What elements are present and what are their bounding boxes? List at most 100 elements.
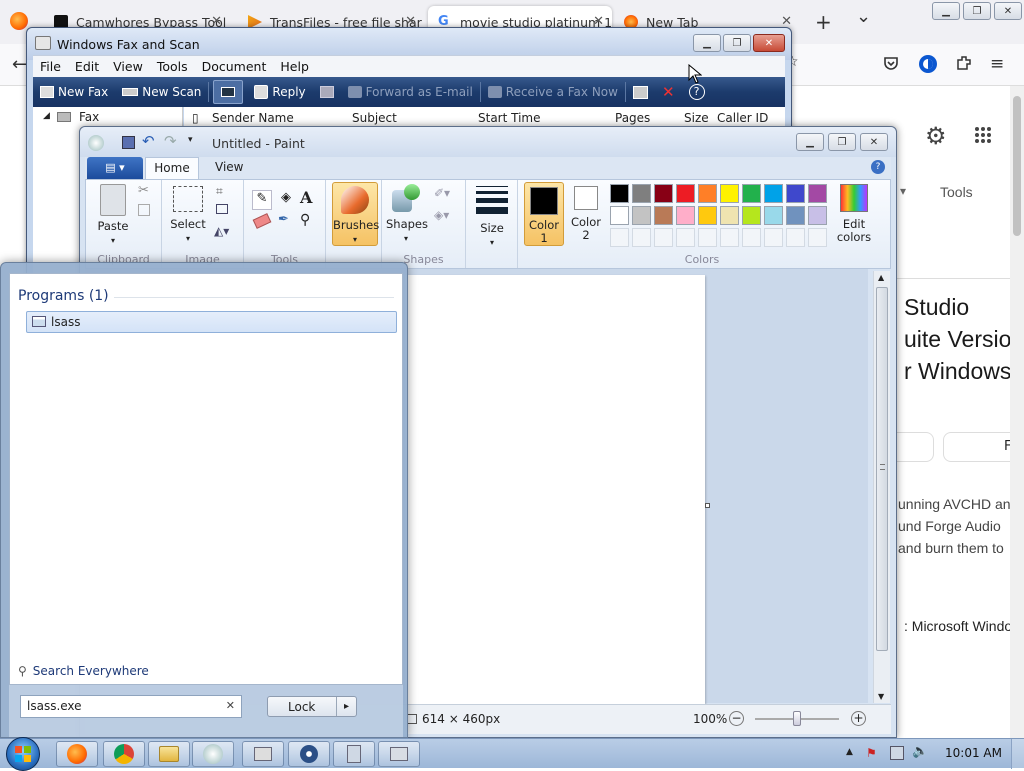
palette-swatch[interactable]: [808, 228, 827, 247]
settings-gear-icon[interactable]: ⚙: [925, 122, 947, 150]
paint-help-icon[interactable]: ?: [871, 160, 885, 174]
forward-as-email-button[interactable]: Forward as E-mail: [341, 80, 480, 104]
palette-swatch[interactable]: [764, 228, 783, 247]
palette-swatch[interactable]: [720, 184, 739, 203]
tools-link[interactable]: Tools: [940, 184, 973, 200]
shapes-button[interactable]: Shapes ▾: [386, 184, 428, 245]
minimize-button[interactable]: ▁: [932, 2, 960, 20]
column-size[interactable]: Size: [684, 111, 709, 125]
result-heading-line-2[interactable]: uite Version: [904, 326, 1024, 353]
palette-swatch[interactable]: [786, 184, 805, 203]
scroll-thumb[interactable]: [876, 287, 888, 651]
menu-file[interactable]: File: [33, 59, 68, 74]
chevron-down-icon[interactable]: ▾: [900, 184, 906, 198]
tab-home[interactable]: Home: [145, 157, 199, 180]
column-sender-name[interactable]: Sender Name: [212, 111, 294, 125]
rotate-icon[interactable]: ◭▾: [214, 224, 229, 238]
taskbar-media[interactable]: [288, 741, 330, 767]
palette-swatch[interactable]: [764, 184, 783, 203]
eraser-icon[interactable]: [252, 213, 272, 229]
palette-swatch[interactable]: [654, 228, 673, 247]
cut-icon[interactable]: ✂: [138, 183, 149, 198]
column-subject[interactable]: Subject: [352, 111, 397, 125]
palette-swatch[interactable]: [720, 228, 739, 247]
customize-toolbar-icon[interactable]: ▾: [188, 135, 193, 145]
clear-search-icon[interactable]: ✕: [226, 699, 235, 712]
new-scan-button[interactable]: New Scan: [115, 80, 208, 104]
hamburger-menu-icon[interactable]: ≡: [990, 54, 1012, 76]
color-picker-icon[interactable]: ✒: [278, 212, 289, 227]
palette-swatch[interactable]: [698, 184, 717, 203]
close-button[interactable]: ✕: [860, 133, 888, 151]
palette-swatch[interactable]: [786, 228, 805, 247]
show-desktop-button[interactable]: [1011, 739, 1024, 769]
paint-title-bar[interactable]: ↶ ↷ ▾ Untitled - Paint ▁ ❐ ✕: [80, 127, 896, 157]
column-start-time[interactable]: Start Time: [478, 111, 541, 125]
palette-swatch[interactable]: [742, 184, 761, 203]
palette-swatch[interactable]: [698, 228, 717, 247]
taskbar-explorer[interactable]: [148, 741, 190, 767]
scroll-thumb[interactable]: [1013, 96, 1021, 236]
resize-icon[interactable]: [216, 204, 228, 214]
palette-swatch[interactable]: [654, 184, 673, 203]
pocket-icon[interactable]: [882, 54, 904, 76]
text-tool-icon[interactable]: A: [300, 188, 312, 207]
new-tab-button[interactable]: +: [815, 10, 832, 34]
drawing-canvas[interactable]: [405, 275, 705, 705]
palette-swatch[interactable]: [742, 228, 761, 247]
action-center-flag-icon[interactable]: ⚑: [866, 746, 880, 760]
canvas-resize-handle[interactable]: [705, 503, 710, 508]
expand-triangle-icon[interactable]: ◢: [43, 111, 50, 121]
palette-swatch[interactable]: [764, 206, 783, 225]
apps-grid-icon[interactable]: [974, 126, 992, 144]
scroll-down-arrow-icon[interactable]: ▼: [878, 692, 884, 701]
clock[interactable]: 10:01 AM: [945, 746, 1002, 760]
taskbar-firefox[interactable]: [56, 741, 98, 767]
menu-view[interactable]: View: [106, 59, 150, 74]
paint-vertical-scrollbar[interactable]: ▲ ▼: [873, 271, 890, 703]
receive-fax-button[interactable]: Receive a Fax Now: [481, 80, 625, 104]
palette-swatch[interactable]: [698, 206, 717, 225]
menu-tools[interactable]: Tools: [150, 59, 195, 74]
print-fax-button[interactable]: [313, 80, 341, 104]
palette-swatch[interactable]: [808, 206, 827, 225]
minimize-button[interactable]: ▁: [796, 133, 824, 151]
extensions-icon[interactable]: [955, 54, 977, 76]
taskbar-chrome[interactable]: [103, 741, 145, 767]
crop-icon[interactable]: ⌗: [216, 184, 223, 199]
zoom-slider-thumb[interactable]: [793, 711, 801, 726]
scroll-up-arrow-icon[interactable]: ▲: [878, 273, 884, 282]
save-icon[interactable]: [122, 136, 135, 149]
brushes-button[interactable]: Brushes ▾: [332, 182, 379, 246]
lock-options-arrow[interactable]: ▸: [336, 697, 356, 716]
zoom-in-icon[interactable]: +: [851, 711, 866, 726]
copy-icon[interactable]: [138, 204, 150, 216]
edit-colors-button[interactable]: Edit colors: [832, 184, 876, 244]
menu-edit[interactable]: Edit: [68, 59, 106, 74]
taskbar-paint[interactable]: [192, 741, 234, 767]
menu-document[interactable]: Document: [195, 59, 274, 74]
start-search-input[interactable]: lsass.exe ✕: [20, 695, 242, 718]
print-button[interactable]: [626, 80, 655, 104]
zoom-out-icon[interactable]: −: [729, 711, 744, 726]
paint-app-menu-button[interactable]: ▤ ▾: [87, 157, 143, 179]
palette-swatch[interactable]: [742, 206, 761, 225]
palette-swatch[interactable]: [632, 206, 651, 225]
undo-icon[interactable]: ↶: [142, 132, 155, 150]
taskbar-calculator[interactable]: [333, 741, 375, 767]
palette-swatch[interactable]: [676, 228, 695, 247]
column-pages[interactable]: Pages: [615, 111, 650, 125]
view-toggle-button[interactable]: [213, 80, 244, 104]
palette-swatch[interactable]: [786, 206, 805, 225]
column-caller-id[interactable]: Caller ID: [717, 111, 768, 125]
reply-button[interactable]: Reply: [247, 80, 312, 104]
close-button[interactable]: ✕: [753, 34, 785, 52]
palette-swatch[interactable]: [610, 206, 629, 225]
size-button[interactable]: Size ▾: [470, 186, 514, 249]
volume-icon[interactable]: 🔈: [912, 744, 928, 759]
result-heading-line-3[interactable]: r Windows: [904, 358, 1011, 385]
delete-button[interactable]: ✕: [655, 80, 682, 104]
palette-swatch[interactable]: [676, 184, 695, 203]
taskbar-fax-scan[interactable]: [242, 741, 284, 767]
palette-swatch[interactable]: [808, 184, 827, 203]
